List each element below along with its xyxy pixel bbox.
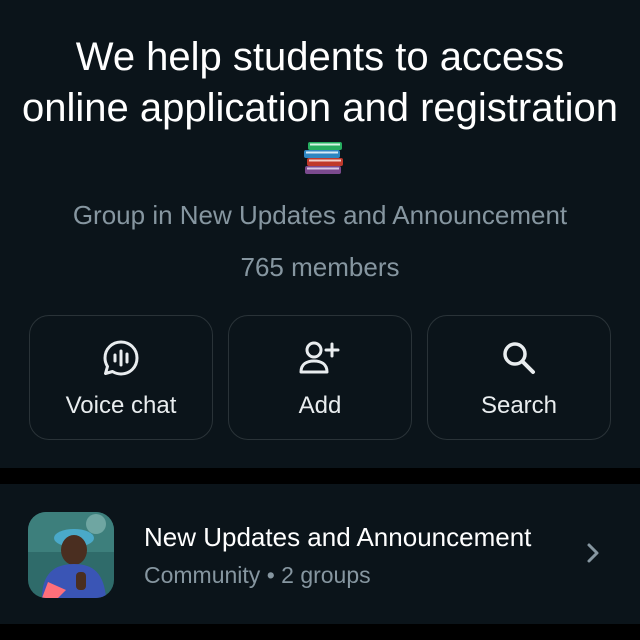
voice-chat-icon	[103, 340, 139, 376]
search-label: Search	[480, 392, 558, 419]
community-avatar-image	[28, 512, 114, 598]
books-icon	[304, 142, 343, 174]
member-count[interactable]: 765 members	[0, 252, 640, 283]
community-meta: Community • 2 groups	[144, 562, 371, 588]
search-button[interactable]: Search	[427, 315, 611, 440]
group-title-text: We help students to access online applic…	[22, 35, 618, 130]
voice-chat-button[interactable]: Voice chat	[29, 315, 213, 440]
group-subtitle[interactable]: Group in New Updates and Announcement	[0, 200, 640, 231]
community-row[interactable]: New Updates and Announcement Community •…	[0, 484, 640, 624]
group-title: We help students to access online applic…	[20, 32, 620, 185]
voice-chat-label: Voice chat	[65, 392, 177, 419]
section-divider	[0, 468, 640, 484]
search-icon	[503, 342, 535, 374]
add-button[interactable]: Add	[228, 315, 412, 440]
group-info-header: We help students to access online applic…	[0, 0, 640, 468]
add-person-icon	[299, 341, 340, 374]
community-avatar	[28, 512, 114, 598]
chevron-right-icon	[587, 543, 599, 563]
community-name: New Updates and Announcement	[144, 522, 532, 552]
add-label: Add	[298, 392, 342, 419]
bottom-divider	[0, 624, 640, 640]
